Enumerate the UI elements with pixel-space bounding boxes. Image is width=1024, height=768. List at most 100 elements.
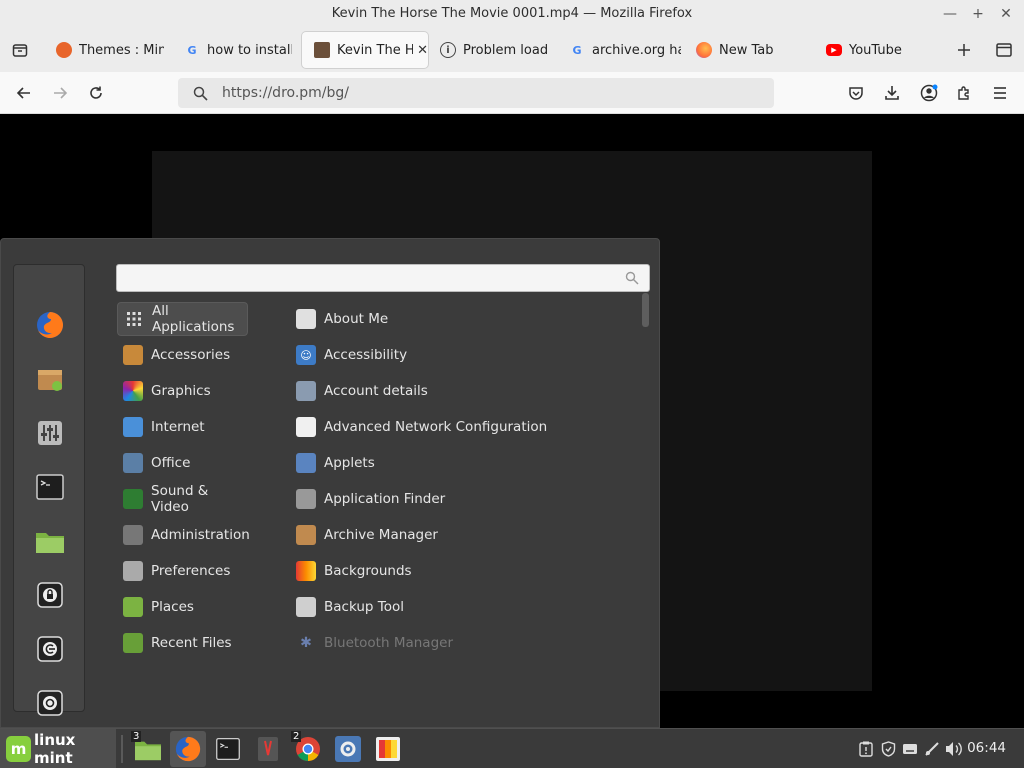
category-places[interactable]: Places bbox=[117, 590, 248, 624]
app-application-finder[interactable]: Application Finder bbox=[294, 482, 445, 516]
google-icon: G bbox=[572, 43, 582, 57]
administration-icon bbox=[123, 525, 143, 545]
app-menu-button[interactable] bbox=[988, 81, 1012, 105]
taskbar-terminal[interactable] bbox=[210, 731, 246, 767]
taskbar-text-editor[interactable] bbox=[250, 731, 286, 767]
taskbar-chrome[interactable]: 2 bbox=[290, 731, 326, 767]
taskbar: m linux mint 3 2 06:44 bbox=[0, 728, 1024, 768]
pocket-button[interactable] bbox=[844, 81, 868, 105]
maximize-button[interactable]: + bbox=[968, 4, 988, 24]
tab-youtube[interactable]: ▶ YouTube bbox=[814, 32, 934, 68]
puzzle-icon bbox=[958, 86, 969, 100]
url-bar[interactable]: https://dro.pm/bg/ bbox=[178, 78, 774, 108]
files-folder-icon[interactable] bbox=[34, 525, 66, 557]
category-recent-files[interactable]: Recent Files bbox=[117, 626, 248, 660]
app-about-me[interactable]: About Me bbox=[294, 302, 388, 336]
internet-icon bbox=[123, 417, 143, 437]
taskbar-files[interactable]: 3 bbox=[130, 731, 166, 767]
tab-archive-org[interactable]: G archive.org ha bbox=[557, 32, 681, 68]
download-icon bbox=[885, 86, 899, 100]
app-backup-tool[interactable]: Backup Tool bbox=[294, 590, 404, 624]
logout-icon[interactable] bbox=[34, 633, 66, 665]
forward-button[interactable] bbox=[48, 81, 72, 105]
minimize-button[interactable]: — bbox=[940, 4, 960, 24]
category-internet[interactable]: Internet bbox=[117, 410, 248, 444]
tab-problem-loading[interactable]: i Problem load bbox=[428, 32, 552, 68]
back-button[interactable] bbox=[12, 81, 36, 105]
tab-themes-mint[interactable]: Themes : Mint bbox=[44, 32, 164, 68]
category-preferences[interactable]: Preferences bbox=[117, 554, 248, 588]
application-menu: All Applications Accessories Graphics In… bbox=[0, 238, 660, 728]
account-button[interactable] bbox=[917, 81, 941, 105]
search-icon bbox=[625, 271, 639, 285]
window-titlebar: Kevin The Horse The Movie 0001.mp4 — Moz… bbox=[0, 0, 1024, 28]
category-sound-video[interactable]: Sound & Video bbox=[117, 482, 248, 516]
category-office[interactable]: Office bbox=[117, 446, 248, 480]
tab-kevin-the-horse[interactable]: Kevin The H ✕ bbox=[302, 32, 428, 68]
linux-mint-logo-icon: m bbox=[6, 736, 32, 762]
network-tray-icon[interactable] bbox=[922, 739, 942, 759]
extensions-button[interactable] bbox=[952, 81, 976, 105]
system-settings-icon[interactable] bbox=[34, 417, 66, 449]
close-tab-icon[interactable]: ✕ bbox=[417, 43, 428, 58]
app-archive-manager[interactable]: Archive Manager bbox=[294, 518, 438, 552]
new-tab-button[interactable] bbox=[952, 38, 976, 62]
package-manager-icon[interactable] bbox=[34, 363, 66, 395]
app-account-details[interactable]: Account details bbox=[294, 374, 428, 408]
app-advanced-network-configuration[interactable]: Advanced Network Configuration bbox=[294, 410, 547, 444]
taskbar-settings[interactable] bbox=[330, 731, 366, 767]
downloads-button[interactable] bbox=[880, 81, 904, 105]
firefox-icon bbox=[696, 42, 712, 58]
close-window-button[interactable]: ✕ bbox=[996, 4, 1016, 24]
volume-tray-icon[interactable] bbox=[944, 739, 964, 759]
terminal-icon[interactable] bbox=[34, 471, 66, 503]
tab-how-to-install[interactable]: G how to install bbox=[172, 32, 292, 68]
url-text[interactable]: https://dro.pm/bg/ bbox=[222, 85, 349, 101]
lock-screen-icon[interactable] bbox=[34, 579, 66, 611]
menu-search-input[interactable] bbox=[116, 264, 650, 292]
apps-scrollbar[interactable] bbox=[642, 293, 649, 675]
power-off-icon[interactable] bbox=[34, 687, 66, 719]
plus-icon bbox=[958, 44, 970, 56]
reload-button[interactable] bbox=[84, 81, 108, 105]
info-icon: i bbox=[440, 42, 456, 58]
category-graphics[interactable]: Graphics bbox=[117, 374, 248, 408]
backgrounds-icon bbox=[296, 561, 316, 581]
start-menu-button[interactable]: m linux mint bbox=[0, 729, 116, 768]
app-accessibility[interactable]: ☺ Accessibility bbox=[294, 338, 407, 372]
firefox-favorite-icon[interactable] bbox=[34, 309, 66, 341]
applets-icon bbox=[296, 453, 316, 473]
window-count-badge: 2 bbox=[291, 731, 302, 742]
scrollbar-thumb[interactable] bbox=[642, 293, 649, 327]
application-finder-icon bbox=[296, 489, 316, 509]
recent-files-icon bbox=[123, 633, 143, 653]
pocket-icon bbox=[849, 87, 863, 100]
terminal-icon bbox=[216, 737, 240, 761]
tab-new-tab[interactable]: New Tab bbox=[684, 32, 804, 68]
app-applets[interactable]: Applets bbox=[294, 446, 375, 480]
window-icon bbox=[996, 43, 1012, 57]
category-accessories[interactable]: Accessories bbox=[117, 338, 248, 372]
desktop: Kevin The Horse The Movie 0001.mp4 — Moz… bbox=[0, 0, 1024, 768]
accessories-icon bbox=[123, 345, 143, 365]
clipboard-tray-icon[interactable] bbox=[856, 739, 876, 759]
account-details-icon bbox=[296, 381, 316, 401]
app-backgrounds[interactable]: Backgrounds bbox=[294, 554, 412, 588]
category-all-applications[interactable]: All Applications bbox=[117, 302, 248, 336]
folder-icon bbox=[123, 597, 143, 617]
list-all-tabs-button[interactable] bbox=[992, 38, 1016, 62]
sound-video-icon bbox=[123, 489, 143, 509]
youtube-icon: ▶ bbox=[826, 44, 842, 56]
network-icon bbox=[296, 417, 316, 437]
firefox-view-icon bbox=[12, 44, 28, 57]
firefox-view-button[interactable] bbox=[8, 38, 32, 62]
keyboard-tray-icon[interactable] bbox=[900, 739, 920, 759]
account-icon bbox=[920, 84, 938, 102]
taskbar-image-viewer[interactable] bbox=[370, 731, 406, 767]
reload-icon bbox=[90, 86, 102, 99]
taskbar-firefox[interactable] bbox=[170, 731, 206, 767]
category-administration[interactable]: Administration bbox=[117, 518, 250, 552]
shield-tray-icon[interactable] bbox=[878, 739, 898, 759]
clock[interactable]: 06:44 bbox=[967, 740, 1006, 756]
app-bluetooth-manager[interactable]: ✱ Bluetooth Manager bbox=[294, 626, 453, 660]
